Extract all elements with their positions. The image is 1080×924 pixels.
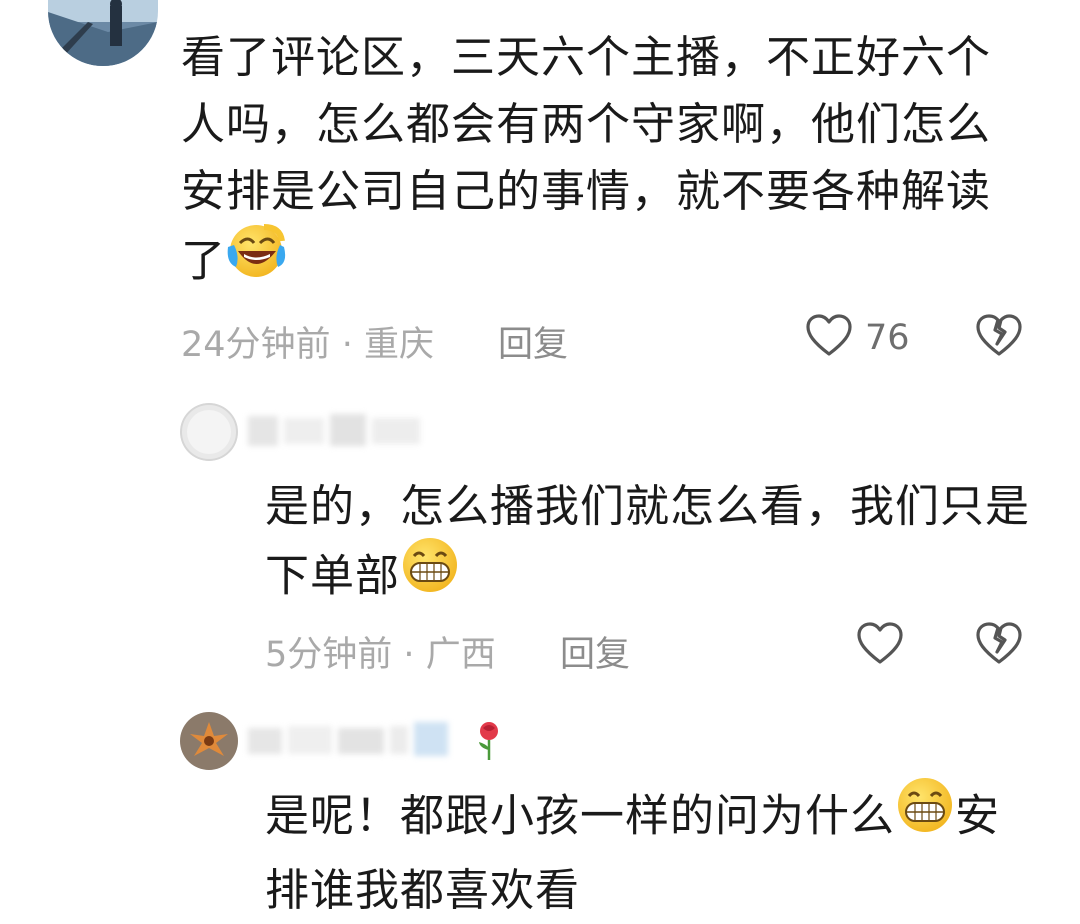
comment-text-line: 排谁我都喜欢看	[265, 865, 580, 916]
avatar-photo	[180, 712, 238, 770]
like-button[interactable]	[856, 622, 904, 670]
avatar[interactable]	[180, 403, 238, 461]
comment-text-line: 是的，怎么播我们就怎么看，我们只是	[265, 481, 1030, 532]
reply-button[interactable]: 回复	[560, 626, 630, 677]
reply-button[interactable]: 回复	[498, 316, 568, 367]
comment-text-line: 了	[181, 224, 991, 302]
comment-text-line: 是呢！都跟小孩一样的问为什么 安	[265, 778, 1000, 857]
like-count: 76	[865, 318, 910, 358]
comment-meta: 24分钟前 · 重庆	[181, 316, 434, 367]
broken-heart-icon	[975, 622, 1023, 670]
comment-text-line: 安排是公司自己的事情，就不要各种解读	[181, 166, 991, 217]
rose-icon	[474, 718, 504, 766]
dislike-button[interactable]	[975, 314, 1023, 362]
location: 重庆	[363, 325, 434, 365]
comment-meta: 5分钟前 · 广西	[265, 626, 496, 677]
timestamp: 5分钟前	[265, 635, 393, 675]
heart-outline-icon	[856, 622, 904, 670]
meta-separator: ·	[403, 635, 415, 675]
username-redacted[interactable]	[248, 718, 448, 762]
broken-heart-icon	[975, 314, 1023, 362]
heart-outline-icon	[805, 314, 853, 362]
timestamp: 24分钟前	[181, 325, 331, 365]
comment-text-line: 看了评论区，三天六个主播，不正好六个	[181, 32, 991, 83]
avatar-photo	[48, 0, 158, 66]
username-redacted[interactable]	[248, 408, 423, 452]
laughing-crying-emoji	[226, 221, 288, 298]
dislike-button[interactable]	[975, 622, 1023, 670]
comment-text-line: 人吗，怎么都会有两个守家啊，他们怎么	[181, 99, 991, 150]
like-button[interactable]: 76	[805, 312, 910, 364]
avatar[interactable]	[48, 0, 158, 66]
grinning-emoji	[400, 536, 460, 613]
meta-separator: ·	[341, 325, 353, 365]
avatar-photo	[180, 403, 238, 461]
location: 广西	[425, 635, 496, 675]
grinning-emoji	[895, 776, 955, 853]
avatar[interactable]	[180, 712, 238, 770]
comment-text-line: 下单部	[265, 538, 1030, 617]
